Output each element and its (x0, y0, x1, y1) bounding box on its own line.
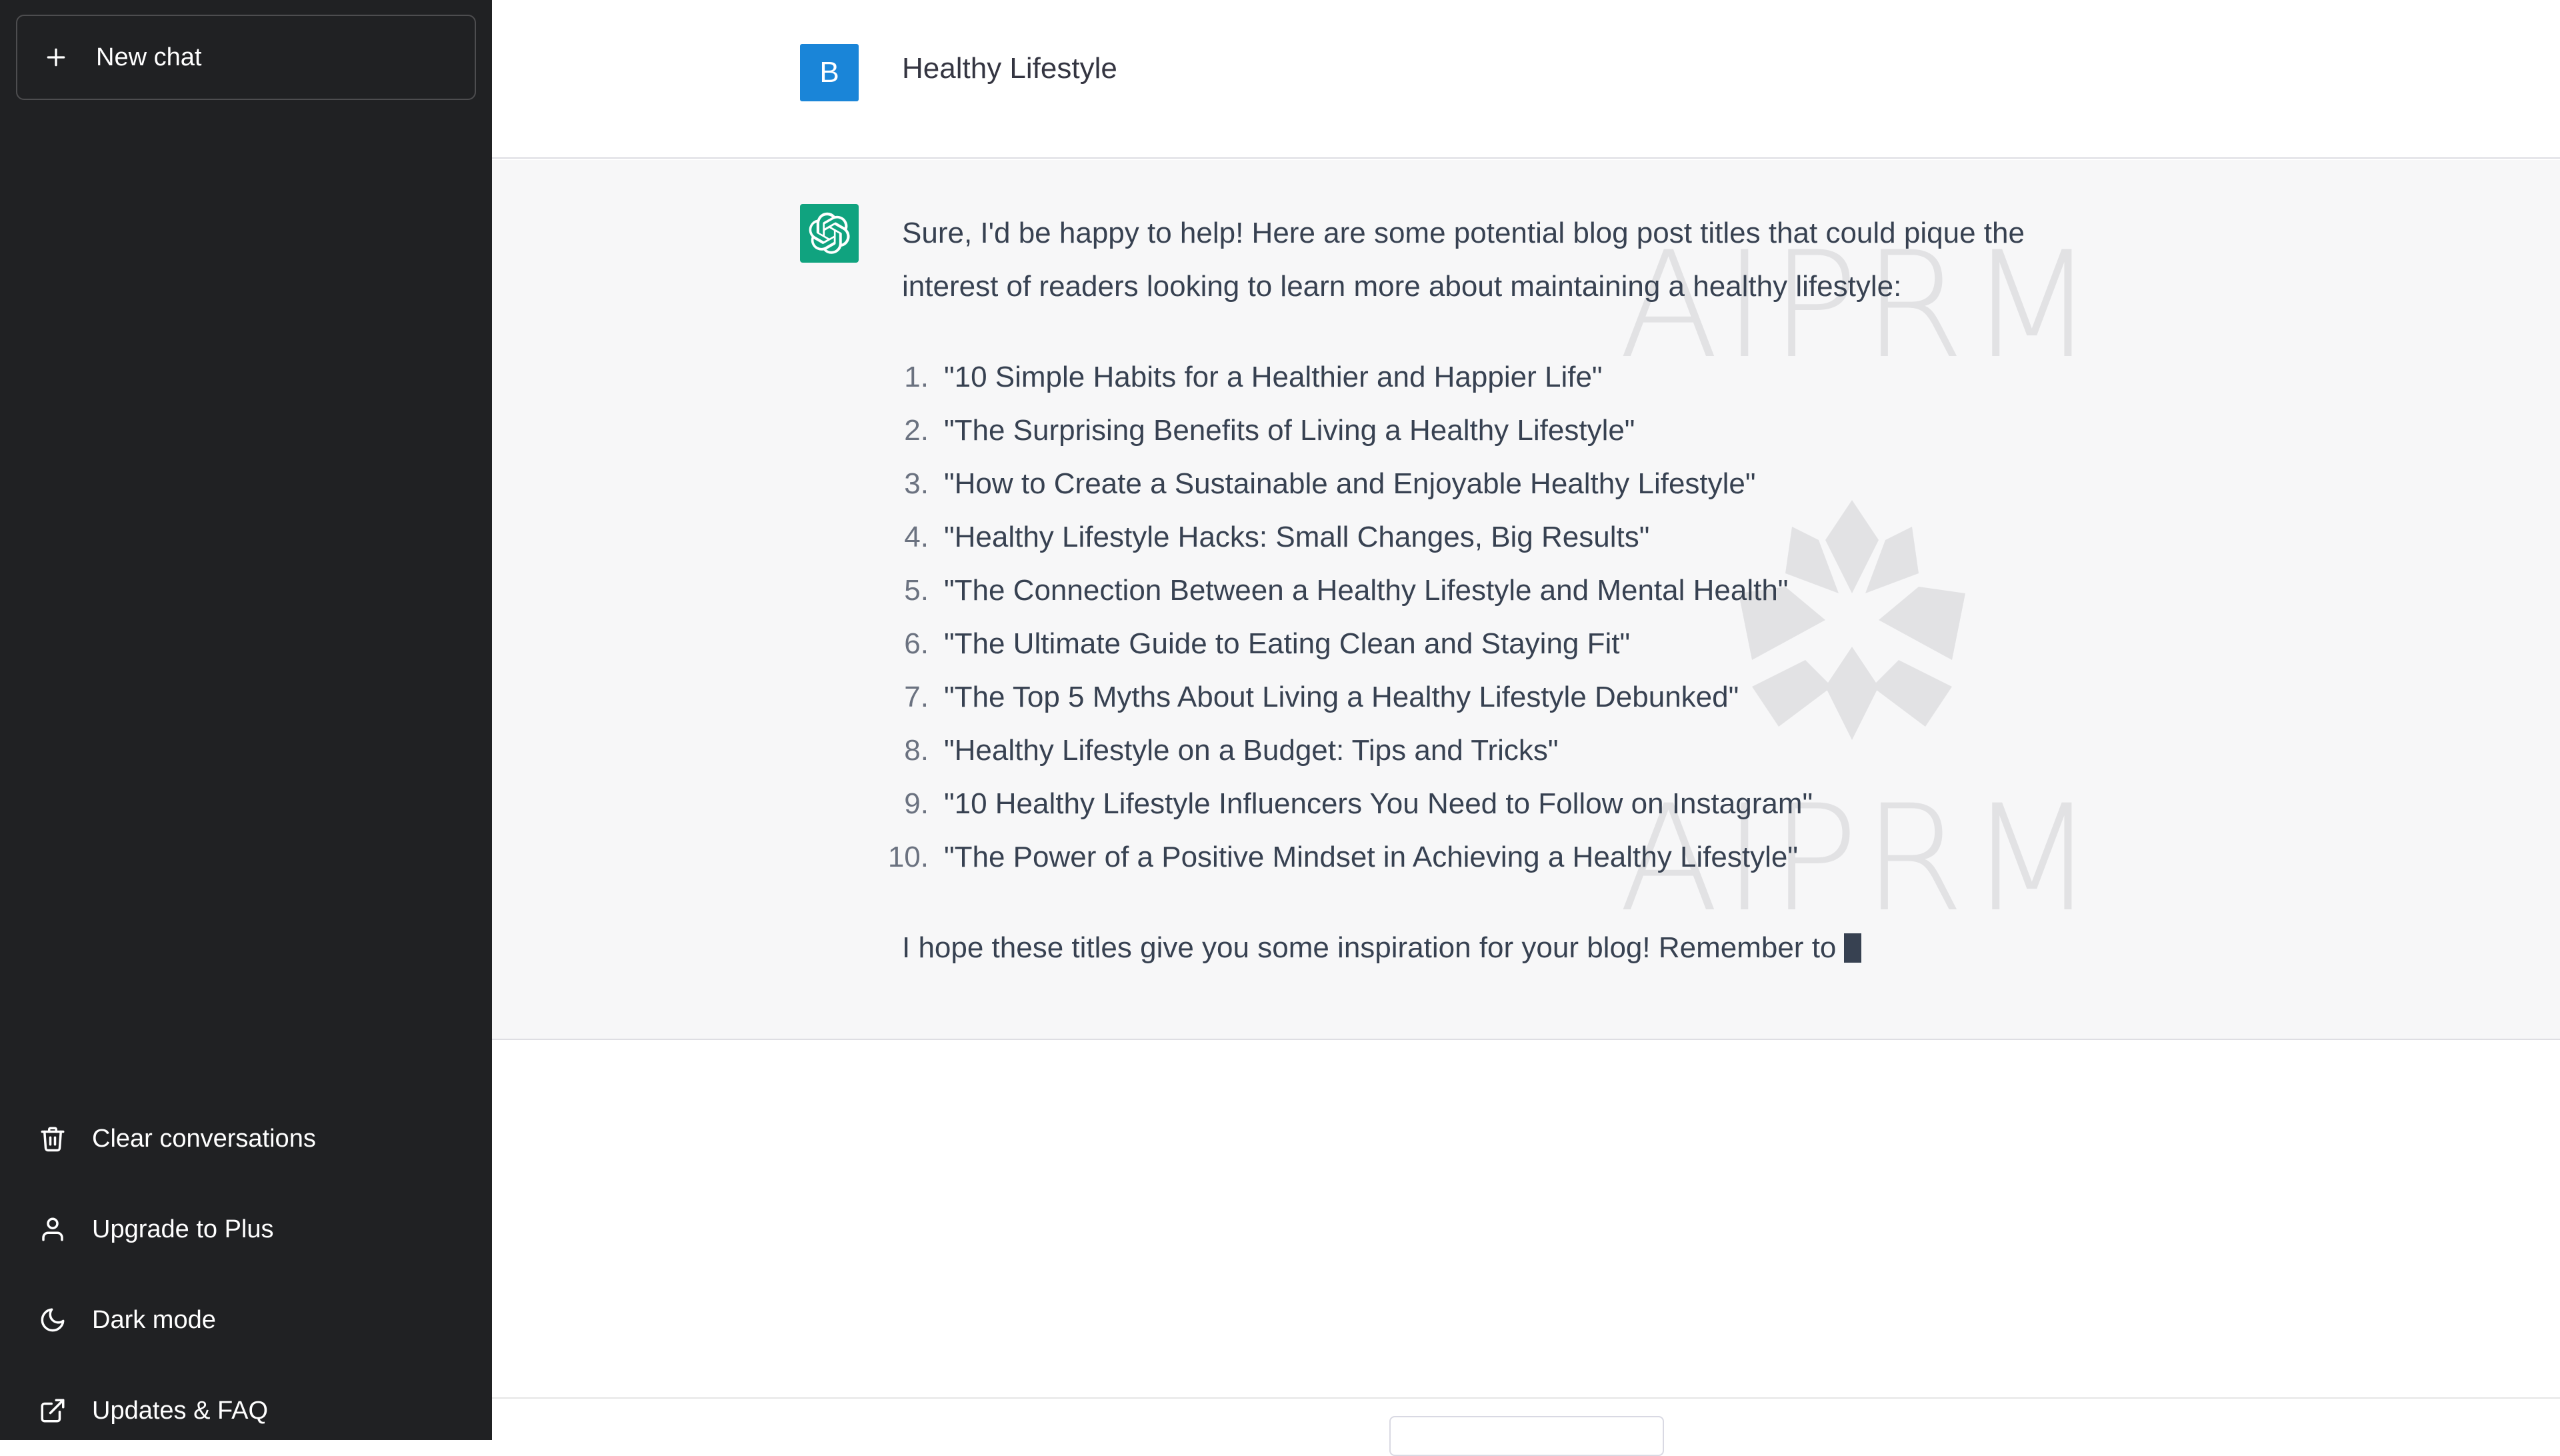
list-item: 4. "Healthy Lifestyle Hacks: Small Change… (902, 511, 2102, 564)
blog-title-list: 1. "10 Simple Habits for a Healthier and … (888, 351, 2102, 884)
updates-faq-link[interactable]: Updates & FAQ (0, 1365, 492, 1456)
openai-logo-icon (809, 212, 850, 254)
list-item: 1. "10 Simple Habits for a Healthier and … (902, 351, 2102, 404)
list-text: "The Connection Between a Healthy Lifest… (944, 574, 1789, 607)
external-link-icon (39, 1397, 67, 1425)
chat-main: B Healthy Lifestyle AIPRM AIPRM Sure, I'… (492, 0, 2560, 1456)
list-text: "10 Healthy Lifestyle Influencers You Ne… (944, 787, 1813, 820)
assistant-outro-text: I hope these titles give you some inspir… (902, 931, 1837, 964)
list-item: 7. "The Top 5 Myths About Living a Health… (902, 671, 2102, 724)
dark-mode-label: Dark mode (92, 1305, 216, 1334)
list-text: "10 Simple Habits for a Healthier and Ha… (944, 361, 1603, 393)
list-number: 9. (904, 787, 929, 820)
assistant-message: Sure, I'd be happy to help! Here are som… (888, 207, 2102, 975)
user-message: Healthy Lifestyle (902, 52, 1117, 85)
list-item: 10. "The Power of a Positive Mindset in A… (888, 831, 2102, 884)
trash-icon (39, 1125, 67, 1153)
list-text: "The Surprising Benefits of Living a Hea… (944, 414, 1635, 447)
list-item: 2. "The Surprising Benefits of Living a H… (902, 404, 2102, 457)
list-item: 5. "The Connection Between a Healthy Life… (902, 564, 2102, 617)
sidebar-menu: Clear conversations Upgrade to Plus Dark… (0, 1093, 492, 1456)
clear-conversations-button[interactable]: Clear conversations (0, 1093, 492, 1184)
list-number: 8. (904, 734, 929, 767)
regenerate-button[interactable] (1389, 1416, 1664, 1456)
user-message-row: B Healthy Lifestyle (492, 0, 2560, 159)
list-number: 4. (904, 521, 929, 553)
user-icon (39, 1215, 67, 1243)
list-number: 3. (904, 467, 929, 500)
typing-cursor (1844, 933, 1862, 963)
updates-faq-label: Updates & FAQ (92, 1396, 269, 1425)
list-text: "The Top 5 Myths About Living a Healthy … (944, 681, 1739, 713)
user-avatar: B (800, 44, 859, 101)
list-item: 6. "The Ultimate Guide to Eating Clean an… (902, 617, 2102, 671)
new-chat-button[interactable]: New chat (16, 15, 476, 100)
list-number: 5. (904, 574, 929, 607)
list-text: "The Power of a Positive Mindset in Achi… (944, 841, 1798, 873)
moon-icon (39, 1306, 67, 1334)
list-number: 7. (904, 681, 929, 713)
list-number: 10. (887, 841, 929, 873)
dark-mode-button[interactable]: Dark mode (0, 1275, 492, 1365)
list-text: "Healthy Lifestyle Hacks: Small Changes,… (944, 521, 1650, 553)
sidebar: New chat Clear conversations Upgrade to … (0, 0, 492, 1440)
assistant-intro: Sure, I'd be happy to help! Here are som… (902, 217, 2025, 303)
assistant-message-row: AIPRM AIPRM Sure, I'd be happy to help! … (492, 160, 2560, 1040)
list-number: 6. (904, 627, 929, 660)
assistant-avatar (800, 204, 859, 263)
list-number: 1. (904, 361, 929, 393)
composer-divider (492, 1397, 2560, 1399)
list-text: "How to Create a Sustainable and Enjoyab… (944, 467, 1756, 500)
list-item: 9. "10 Healthy Lifestyle Influencers You … (902, 777, 2102, 831)
clear-conversations-label: Clear conversations (92, 1124, 316, 1153)
upgrade-to-plus-label: Upgrade to Plus (92, 1215, 274, 1243)
assistant-outro: I hope these titles give you some inspir… (902, 921, 2102, 975)
list-text: "The Ultimate Guide to Eating Clean and … (944, 627, 1631, 660)
list-text: "Healthy Lifestyle on a Budget: Tips and… (944, 734, 1559, 767)
upgrade-to-plus-button[interactable]: Upgrade to Plus (0, 1184, 492, 1275)
new-chat-label: New chat (96, 43, 202, 71)
list-item: 8. "Healthy Lifestyle on a Budget: Tips a… (902, 724, 2102, 777)
plus-icon (43, 44, 69, 71)
list-item: 3. "How to Create a Sustainable and Enjoy… (902, 457, 2102, 511)
list-number: 2. (904, 414, 929, 447)
